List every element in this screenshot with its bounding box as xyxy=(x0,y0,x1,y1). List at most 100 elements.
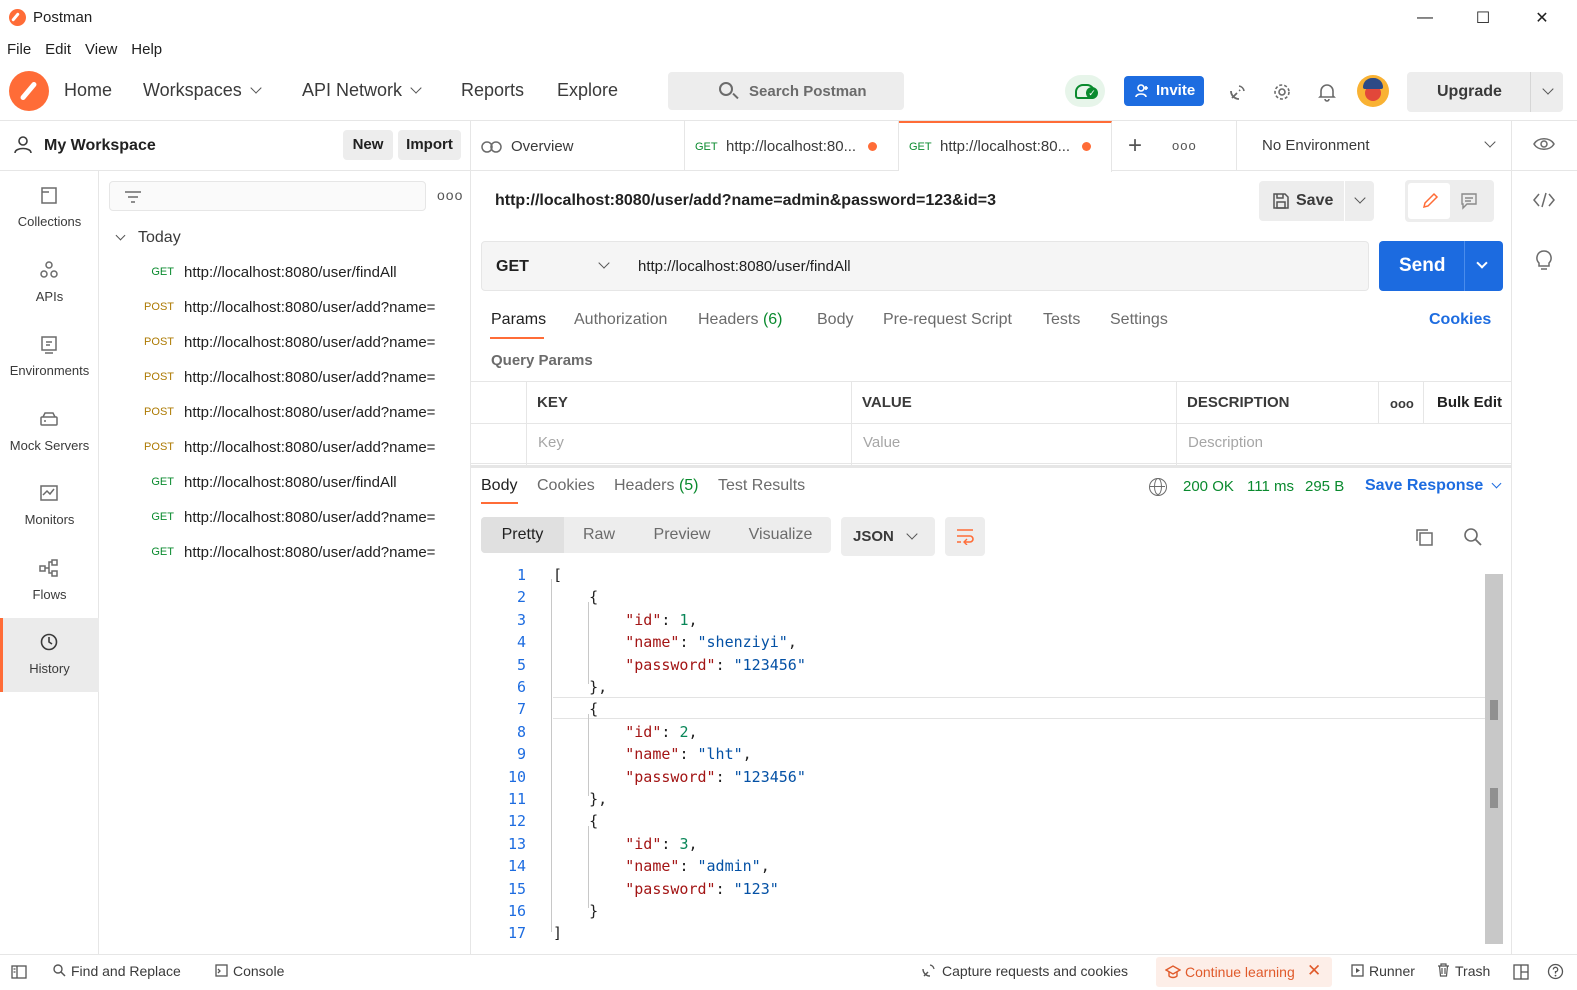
view-raw[interactable]: Raw xyxy=(564,517,634,553)
nav-explore[interactable]: Explore xyxy=(557,80,618,101)
code-icon[interactable] xyxy=(1533,192,1555,208)
sidebar-item-monitors[interactable]: Monitors xyxy=(0,469,99,543)
editor-scrollbar[interactable] xyxy=(1485,574,1503,944)
response-tab-cookies[interactable]: Cookies xyxy=(537,477,595,495)
lightbulb-icon[interactable] xyxy=(1534,249,1554,271)
tab-authorization[interactable]: Authorization xyxy=(574,311,667,329)
description-input[interactable]: Description xyxy=(1188,434,1263,451)
eye-icon[interactable] xyxy=(1533,136,1555,152)
scrollbar-thumb[interactable] xyxy=(1490,788,1498,808)
tab-tests[interactable]: Tests xyxy=(1043,311,1080,329)
tab-params[interactable]: Params xyxy=(491,311,546,329)
sidebar-item-mock-servers[interactable]: Mock Servers xyxy=(0,395,99,469)
toggle-sidebar-icon[interactable] xyxy=(11,965,27,979)
url-input[interactable]: http://localhost:8080/user/findAll xyxy=(625,241,1369,291)
runner-button[interactable]: Runner xyxy=(1351,963,1415,979)
response-time[interactable]: 111 ms xyxy=(1247,478,1294,495)
menu-file[interactable]: File xyxy=(0,36,38,64)
continue-learning-button[interactable]: Continue learning ✕ xyxy=(1156,957,1332,987)
view-visualize[interactable]: Visualize xyxy=(730,517,831,553)
nav-workspaces[interactable]: Workspaces xyxy=(143,80,262,101)
maximize-button[interactable]: ☐ xyxy=(1463,4,1503,32)
value-input[interactable]: Value xyxy=(863,434,900,451)
view-pretty[interactable]: Pretty xyxy=(481,517,564,553)
nav-home[interactable]: Home xyxy=(64,80,112,101)
cookies-link[interactable]: Cookies xyxy=(1429,311,1491,329)
user-avatar[interactable] xyxy=(1357,75,1389,107)
more-options-icon[interactable]: ooo xyxy=(437,187,463,203)
history-item[interactable]: POST http://localhost:8080/user/add?name= xyxy=(99,431,471,466)
response-tab-test-results[interactable]: Test Results xyxy=(718,477,805,495)
method-select[interactable]: GET xyxy=(481,241,626,291)
cloud-sync-icon[interactable] xyxy=(1065,75,1105,107)
upgrade-button[interactable]: Upgrade xyxy=(1407,72,1563,112)
environment-selector[interactable]: No Environment xyxy=(1236,121,1511,171)
search-icon[interactable] xyxy=(1463,527,1483,547)
history-item[interactable]: GET http://localhost:8080/user/findAll xyxy=(99,466,471,501)
trash-button[interactable]: Trash xyxy=(1437,963,1490,979)
more-tabs-icon[interactable]: ooo xyxy=(1172,138,1197,153)
postman-logo[interactable] xyxy=(9,71,49,111)
sidebar-item-environments[interactable]: Environments xyxy=(0,320,99,394)
response-tab-body[interactable]: Body xyxy=(481,477,517,495)
help-icon[interactable] xyxy=(1547,963,1564,980)
close-icon[interactable]: ✕ xyxy=(1307,961,1321,981)
settings-gear-icon[interactable] xyxy=(1269,79,1295,105)
bulk-edit-button[interactable]: Bulk Edit xyxy=(1437,394,1502,411)
tab-overview[interactable]: Overview xyxy=(471,121,685,171)
search-input[interactable]: Search Postman xyxy=(668,72,904,110)
history-item[interactable]: POST http://localhost:8080/user/add?name= xyxy=(99,361,471,396)
sidebar-item-flows[interactable]: Flows xyxy=(0,544,99,618)
tab-settings[interactable]: Settings xyxy=(1110,311,1168,329)
copy-icon[interactable] xyxy=(1414,527,1434,547)
close-window-button[interactable]: ✕ xyxy=(1522,4,1562,32)
tab-pre-request-script[interactable]: Pre-request Script xyxy=(883,311,1012,329)
view-preview[interactable]: Preview xyxy=(634,517,730,553)
comment-icon[interactable] xyxy=(1460,192,1478,210)
format-select[interactable]: JSON xyxy=(841,517,935,556)
tab-request-active[interactable]: GET http://localhost:80... xyxy=(899,121,1112,172)
add-tab-button[interactable]: + xyxy=(1128,132,1142,160)
response-body-editor[interactable]: 1 2 3 4 5 6 7 8 9 10 11 12 13 14 15 16 17 [ { "id": 1, "… xyxy=(471,566,1511,946)
tab-headers[interactable]: Headers (6) xyxy=(698,311,783,329)
send-button[interactable]: Send xyxy=(1379,241,1503,291)
console-button[interactable]: Console xyxy=(215,963,284,979)
save-response-button[interactable]: Save Response xyxy=(1365,477,1502,495)
capture-requests-button[interactable]: Capture requests and cookies xyxy=(922,963,1128,979)
more-options-icon[interactable]: ooo xyxy=(1390,396,1414,411)
history-item[interactable]: POST http://localhost:8080/user/add?name= xyxy=(99,291,471,326)
chevron-down-icon[interactable] xyxy=(1476,257,1488,269)
history-group-today[interactable]: Today xyxy=(115,229,181,247)
nav-api-network[interactable]: API Network xyxy=(302,80,422,101)
workspace-title[interactable]: My Workspace xyxy=(44,137,156,155)
import-button[interactable]: Import xyxy=(398,130,461,160)
history-filter-input[interactable] xyxy=(109,181,426,211)
menu-help[interactable]: Help xyxy=(124,36,169,64)
save-button[interactable]: Save xyxy=(1259,181,1374,221)
history-item[interactable]: POST http://localhost:8080/user/add?name= xyxy=(99,326,471,361)
chevron-down-icon[interactable] xyxy=(1542,83,1554,95)
menu-edit[interactable]: Edit xyxy=(38,36,78,64)
satellite-icon[interactable] xyxy=(1225,79,1251,105)
chevron-down-icon[interactable] xyxy=(1354,192,1366,204)
menu-view[interactable]: View xyxy=(78,36,124,64)
globe-icon[interactable] xyxy=(1149,478,1167,496)
wrap-lines-button[interactable] xyxy=(945,517,985,556)
history-item[interactable]: GET http://localhost:8080/user/findAll xyxy=(99,256,471,291)
response-divider[interactable] xyxy=(471,465,1511,468)
layout-icon[interactable] xyxy=(1513,964,1529,980)
status-code[interactable]: 200 OK xyxy=(1183,478,1234,495)
history-item[interactable]: POST http://localhost:8080/user/add?name= xyxy=(99,396,471,431)
new-button[interactable]: New xyxy=(343,130,393,160)
tab-request[interactable]: GET http://localhost:80... xyxy=(685,121,899,171)
tab-body[interactable]: Body xyxy=(817,311,853,329)
edit-mode-button[interactable] xyxy=(1408,183,1450,219)
sidebar-item-apis[interactable]: APIs xyxy=(0,246,99,320)
history-item[interactable]: GET http://localhost:8080/user/add?name= xyxy=(99,501,471,536)
history-item[interactable]: GET http://localhost:8080/user/add?name= xyxy=(99,536,471,571)
find-replace-button[interactable]: Find and Replace xyxy=(53,963,181,979)
key-input[interactable]: Key xyxy=(538,434,564,451)
nav-reports[interactable]: Reports xyxy=(461,80,524,101)
minimize-button[interactable]: — xyxy=(1405,4,1445,32)
invite-button[interactable]: Invite xyxy=(1124,76,1204,106)
